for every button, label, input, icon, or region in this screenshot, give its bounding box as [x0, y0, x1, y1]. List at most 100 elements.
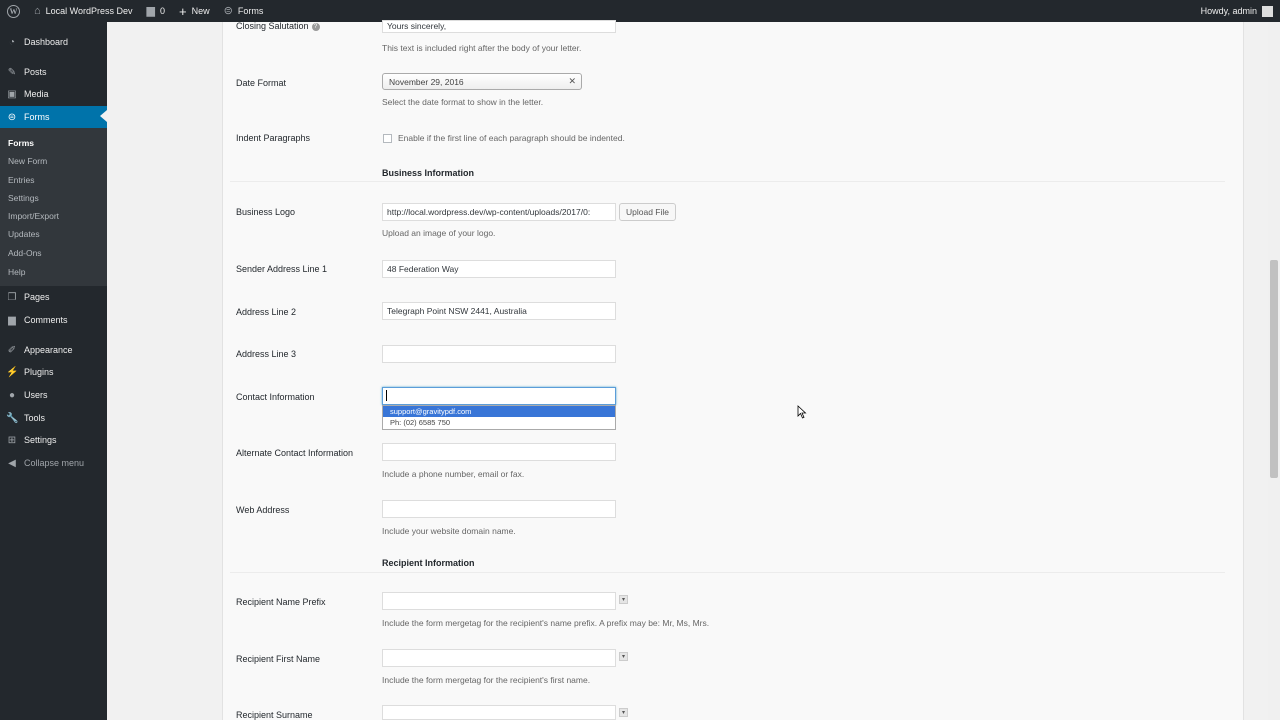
site-name-menu[interactable]: ⌂ Local WordPress Dev [27, 0, 140, 22]
menu-comments[interactable]: ▆ Comments [0, 310, 107, 330]
submenu-add-ons[interactable]: Add-Ons [8, 248, 42, 258]
contact-information-input[interactable] [382, 387, 616, 405]
recipient-first-name-desc: Include the form mergetag for the recipi… [382, 675, 591, 685]
forms-icon: ⊜ [223, 4, 233, 17]
menu-label: Forms [24, 112, 50, 122]
menu-label: Pages [24, 292, 50, 302]
menu-dashboard[interactable]: ◔ Dashboard [0, 32, 107, 52]
upload-file-button[interactable]: Upload File [619, 203, 676, 221]
menu-label: Plugins [24, 367, 54, 377]
sender-address-1-input[interactable]: 48 Federation Way [382, 260, 616, 278]
comment-bubble-icon: ▆ [146, 4, 155, 17]
submenu-updates[interactable]: Updates [8, 229, 40, 239]
web-address-desc: Include your website domain name. [382, 526, 516, 536]
comment-icon: ▆ [8, 314, 16, 326]
collapse-menu-button[interactable]: ◀ Collapse menu [0, 453, 107, 473]
comments-menu[interactable]: ▆ 0 [140, 0, 172, 22]
recipient-first-name-input[interactable] [382, 649, 616, 667]
date-format-select[interactable]: November 29, 2016 ✕ [382, 73, 582, 90]
howdy-text: Howdy, admin [1200, 6, 1257, 16]
mergetag-icon[interactable]: ▾ [619, 652, 628, 661]
menu-pages[interactable]: ❐ Pages [0, 287, 107, 307]
paintbrush-icon: ✐ [7, 344, 17, 356]
pages-icon: ❐ [7, 291, 17, 303]
section-divider [230, 572, 1225, 573]
alternate-contact-desc: Include a phone number, email or fax. [382, 469, 525, 479]
closing-salutation-input[interactable]: Yours sincerely, [382, 20, 616, 33]
label-text: Closing Salutation [236, 21, 309, 31]
recipient-first-name-label: Recipient First Name [236, 654, 321, 664]
business-logo-label: Business Logo [236, 207, 296, 217]
page-scrollbar[interactable] [1268, 22, 1280, 720]
pushpin-icon: ✎ [7, 66, 17, 78]
closing-salutation-label: Closing Salutation? [236, 21, 320, 31]
settings-panel [222, 22, 1244, 720]
scrollbar-thumb[interactable] [1270, 260, 1278, 478]
wp-logo-menu[interactable]: W [0, 0, 27, 22]
business-logo-desc: Upload an image of your logo. [382, 228, 496, 238]
menu-label: Settings [24, 435, 57, 445]
menu-appearance[interactable]: ✐ Appearance [0, 340, 107, 360]
business-logo-input[interactable]: http://local.wordpress.dev/wp-content/up… [382, 203, 616, 221]
forms-menu[interactable]: ⊜ Forms [217, 0, 271, 22]
menu-label: Posts [24, 67, 47, 77]
menu-label: Collapse menu [24, 458, 85, 468]
dashboard-icon: ◔ [8, 36, 16, 48]
new-label: New [191, 6, 210, 16]
alternate-contact-input[interactable] [382, 443, 616, 461]
menu-tools[interactable]: 🔧 Tools [0, 408, 107, 428]
submenu-import-export[interactable]: Import/Export [8, 211, 59, 221]
menu-label: Users [24, 390, 48, 400]
submenu-forms[interactable]: Forms [8, 138, 34, 148]
submenu-settings[interactable]: Settings [8, 193, 39, 203]
address-3-label: Address Line 3 [236, 349, 297, 359]
autocomplete-option[interactable]: Ph: (02) 6585 750 [383, 417, 615, 428]
wordpress-logo-icon: W [7, 4, 20, 18]
menu-label: Media [24, 89, 49, 99]
comments-count: 0 [160, 6, 166, 16]
recipient-information-heading: Recipient Information [382, 558, 475, 568]
autocomplete-dropdown: support@gravitypdf.com Ph: (02) 6585 750 [382, 405, 616, 430]
menu-posts[interactable]: ✎ Posts [0, 62, 107, 82]
admin-sidebar: ◔ Dashboard ✎ Posts ▣ Media ⊜ Forms Forms Ne… [0, 22, 107, 720]
address-3-input[interactable] [382, 345, 616, 363]
menu-media[interactable]: ▣ Media [0, 84, 107, 104]
avatar [1262, 5, 1273, 17]
menu-settings[interactable]: ⊞ Settings [0, 430, 107, 450]
section-divider [230, 181, 1225, 182]
site-name: Local WordPress Dev [45, 6, 133, 16]
business-information-heading: Business Information [382, 168, 475, 178]
address-2-input[interactable]: Telegraph Point NSW 2441, Australia [382, 302, 616, 320]
home-icon: ⌂ [34, 4, 41, 17]
indent-paragraphs-label: Indent Paragraphs [236, 133, 311, 143]
autocomplete-option[interactable]: support@gravitypdf.com [383, 406, 615, 417]
menu-forms[interactable]: ⊜ Forms [0, 106, 107, 128]
submenu-entries[interactable]: Entries [8, 175, 34, 185]
submenu-help[interactable]: Help [8, 267, 25, 277]
help-icon[interactable]: ? [311, 22, 320, 31]
mergetag-icon[interactable]: ▾ [619, 595, 628, 604]
recipient-prefix-desc: Include the form mergetag for the recipi… [382, 618, 710, 628]
menu-users[interactable]: ● Users [0, 385, 107, 405]
settings-icon: ⊞ [7, 434, 17, 446]
web-address-input[interactable] [382, 500, 616, 518]
recipient-surname-input[interactable] [382, 705, 616, 720]
clear-icon[interactable]: ✕ [568, 76, 576, 87]
recipient-prefix-input[interactable] [382, 592, 616, 610]
indent-paragraphs-checkbox-label: Enable if the first line of each paragra… [398, 133, 625, 143]
address-2-label: Address Line 2 [236, 307, 297, 317]
media-icon: ▣ [7, 88, 17, 100]
sender-address-1-label: Sender Address Line 1 [236, 264, 328, 274]
contact-information-label: Contact Information [236, 392, 315, 402]
new-content-menu[interactable]: + New [172, 0, 217, 22]
recipient-surname-label: Recipient Surname [236, 710, 313, 720]
content-area [107, 22, 1280, 720]
alternate-contact-label: Alternate Contact Information [236, 448, 354, 458]
my-account-menu[interactable]: Howdy, admin [1194, 0, 1280, 22]
menu-plugins[interactable]: ⚡ Plugins [0, 362, 107, 382]
mergetag-icon[interactable]: ▾ [619, 708, 628, 717]
date-format-label: Date Format [236, 78, 287, 88]
menu-label: Comments [24, 315, 68, 325]
indent-paragraphs-checkbox[interactable] [383, 134, 392, 143]
submenu-new-form[interactable]: New Form [8, 156, 47, 166]
